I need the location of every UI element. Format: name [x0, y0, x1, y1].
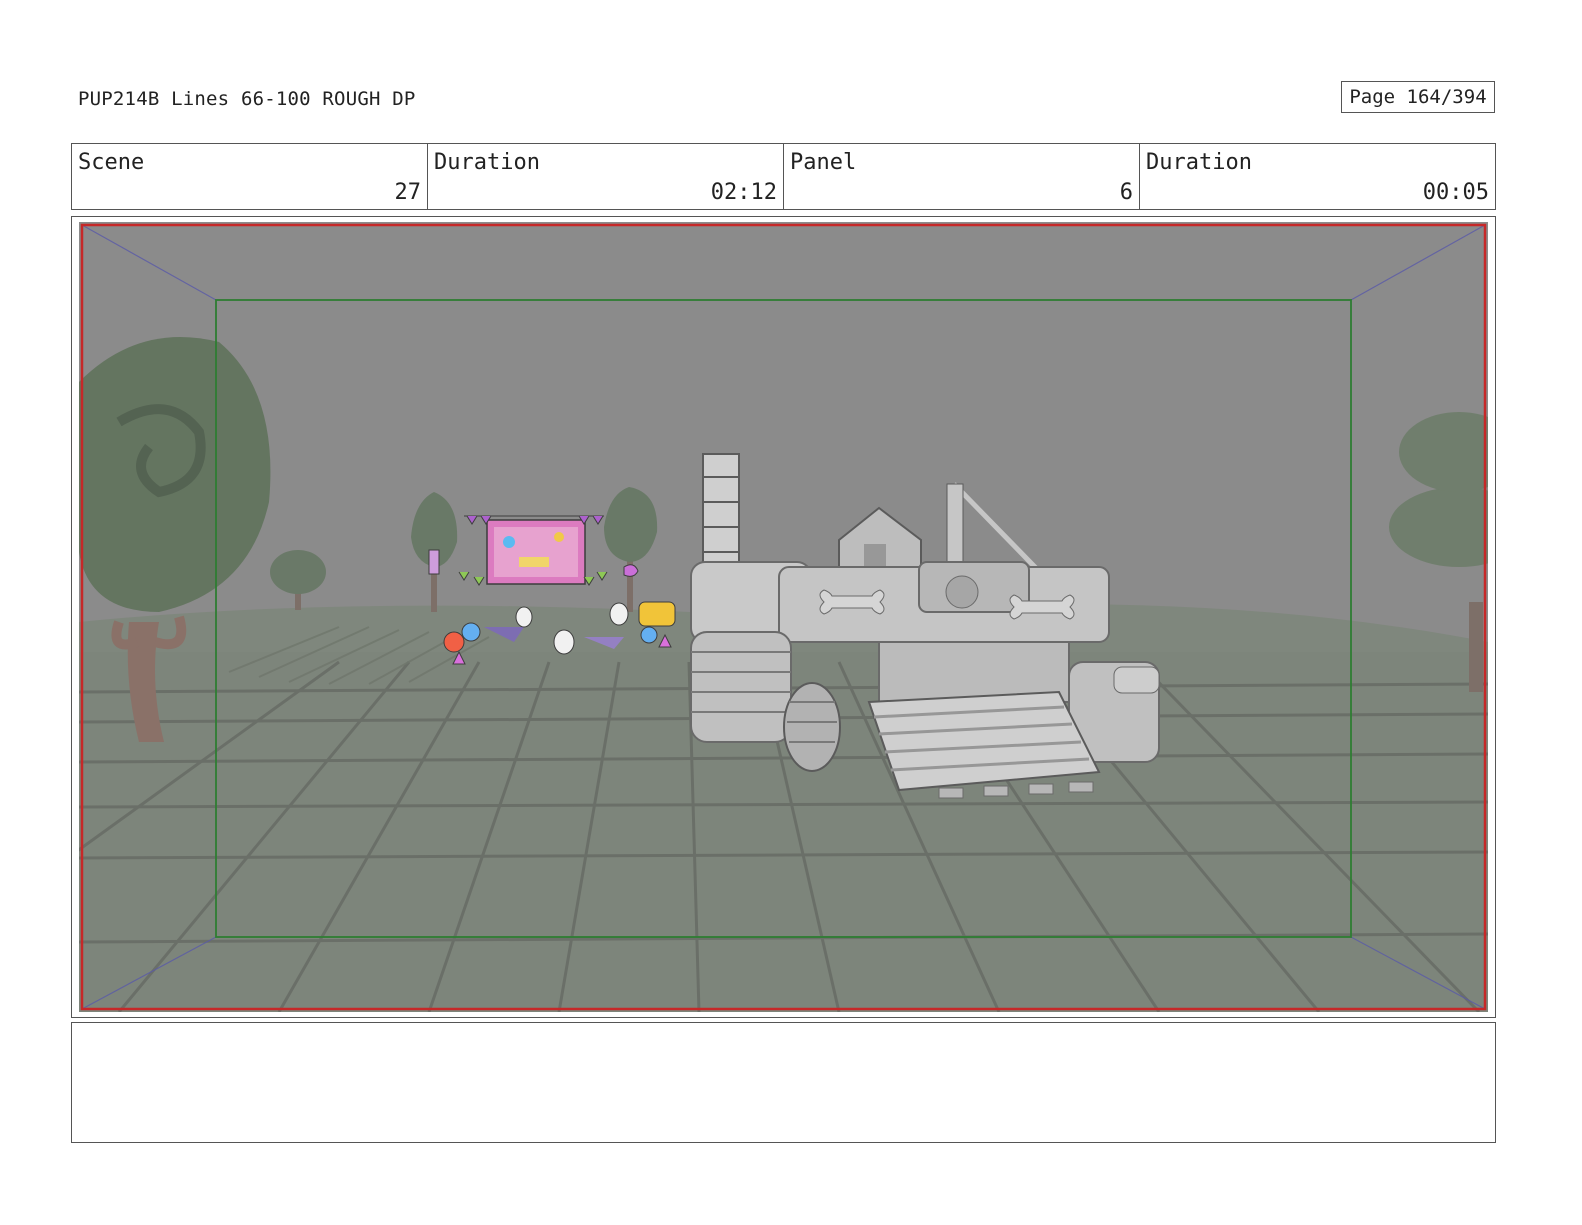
scene-duration-value: 02:12: [710, 180, 777, 205]
scene-duration-label: Duration: [434, 150, 540, 175]
document-title: PUP214B Lines 66-100 ROUGH DP: [78, 88, 416, 110]
scene-illustration: [79, 222, 1488, 1012]
panel-label: Panel: [790, 150, 857, 175]
panel-info-table: Scene 27 Duration 02:12 Panel 6 Duration…: [71, 143, 1496, 210]
scene-cell: Scene 27: [72, 144, 428, 209]
storyboard-frame: [71, 216, 1496, 1018]
panel-duration-cell: Duration 00:05: [1140, 144, 1495, 209]
page-number: Page 164/394: [1341, 81, 1495, 113]
haze-overlay: [79, 222, 1488, 1012]
panel-duration-label: Duration: [1146, 150, 1252, 175]
scene-value: 27: [394, 180, 422, 205]
scene-label: Scene: [78, 150, 145, 175]
panel-value: 6: [1119, 180, 1133, 205]
scene-duration-cell: Duration 02:12: [428, 144, 784, 209]
notes-box: [71, 1022, 1496, 1143]
panel-cell: Panel 6: [784, 144, 1140, 209]
scene-image: [79, 222, 1488, 1012]
panel-duration-value: 00:05: [1422, 180, 1489, 205]
